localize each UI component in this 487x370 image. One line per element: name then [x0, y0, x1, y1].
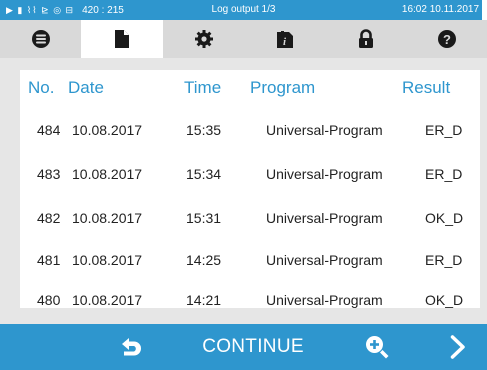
header-no: No.	[28, 78, 55, 97]
tab-help[interactable]: ?	[406, 20, 487, 58]
cell-no: 481	[37, 252, 61, 268]
tab-log[interactable]	[81, 20, 163, 58]
zoom-in-button[interactable]	[357, 324, 397, 370]
tab-lock[interactable]	[325, 20, 406, 58]
cell-date: 10.08.2017	[72, 252, 143, 268]
tab-bar: i ?	[0, 20, 487, 58]
content-area: No. Date Time Program Result 484 10.08.2…	[0, 58, 487, 324]
cell-result: ER_D	[425, 252, 463, 268]
cell-program: Universal-Program	[266, 166, 383, 182]
status-bar: ▶ ▮ ⌇⌇ ⊵ ◎ ⊟ 420 : 215 Log output 1/3 16…	[0, 0, 487, 20]
table-row[interactable]: 480 10.08.2017 14:21 Universal-Program O…	[20, 292, 480, 314]
cell-time: 14:21	[186, 292, 222, 308]
cell-date: 10.08.2017	[72, 122, 143, 138]
back-button[interactable]	[107, 324, 157, 370]
cell-program: Universal-Program	[266, 210, 383, 226]
document-icon	[115, 30, 129, 48]
status-indicators: ▶ ▮ ⌇⌇ ⊵ ◎ ⊟	[6, 4, 75, 15]
table-row[interactable]: 483 10.08.2017 15:34 Universal-Program E…	[20, 166, 480, 188]
cell-date: 10.08.2017	[72, 166, 143, 182]
date-time: 16:02 10.11.2017	[401, 4, 479, 15]
cell-no: 480	[37, 292, 61, 308]
tab-info[interactable]: i	[244, 20, 325, 58]
cell-result: OK_D	[425, 210, 464, 226]
cell-no: 484	[37, 122, 61, 138]
back-arrow-icon	[122, 338, 141, 356]
status-corner	[482, 0, 487, 20]
tab-settings[interactable]	[163, 20, 244, 58]
cell-result: OK_D	[425, 292, 464, 308]
cell-program: Universal-Program	[266, 292, 383, 308]
cell-result: ER_D	[425, 166, 463, 182]
cell-no: 483	[37, 166, 61, 182]
info-document-icon: i	[276, 31, 293, 48]
cell-program: Universal-Program	[266, 122, 383, 138]
lock-icon	[358, 29, 373, 48]
cell-program: Universal-Program	[266, 252, 383, 268]
cursor-coordinates: 420 : 215	[82, 4, 124, 16]
cell-no: 482	[37, 210, 61, 226]
cell-date: 10.08.2017	[72, 292, 143, 308]
chevron-right-icon	[450, 335, 465, 359]
tab-menu[interactable]	[0, 20, 81, 58]
bottom-action-bar: CONTINUE	[0, 324, 487, 370]
database-icon	[31, 30, 50, 48]
svg-text:?: ?	[443, 32, 451, 47]
zoom-in-icon	[366, 336, 389, 359]
header-date: Date	[68, 78, 104, 97]
header-program: Program	[250, 78, 316, 97]
continue-button[interactable]: CONTINUE	[188, 324, 318, 370]
log-table: No. Date Time Program Result 484 10.08.2…	[20, 70, 480, 308]
cell-result: ER_D	[425, 122, 463, 138]
gear-icon	[194, 30, 213, 48]
table-row[interactable]: 484 10.08.2017 15:35 Universal-Program E…	[20, 122, 480, 144]
header-time: Time	[184, 78, 222, 97]
table-row[interactable]: 481 10.08.2017 14:25 Universal-Program E…	[20, 252, 480, 274]
next-button[interactable]	[440, 324, 476, 370]
cell-time: 15:31	[186, 210, 222, 226]
cell-time: 15:35	[186, 122, 222, 138]
cell-date: 10.08.2017	[72, 210, 143, 226]
cell-time: 15:34	[186, 166, 222, 182]
cell-time: 14:25	[186, 252, 222, 268]
help-icon: ?	[437, 30, 456, 48]
header-result: Result	[402, 78, 451, 97]
table-row[interactable]: 482 10.08.2017 15:31 Universal-Program O…	[20, 210, 480, 232]
